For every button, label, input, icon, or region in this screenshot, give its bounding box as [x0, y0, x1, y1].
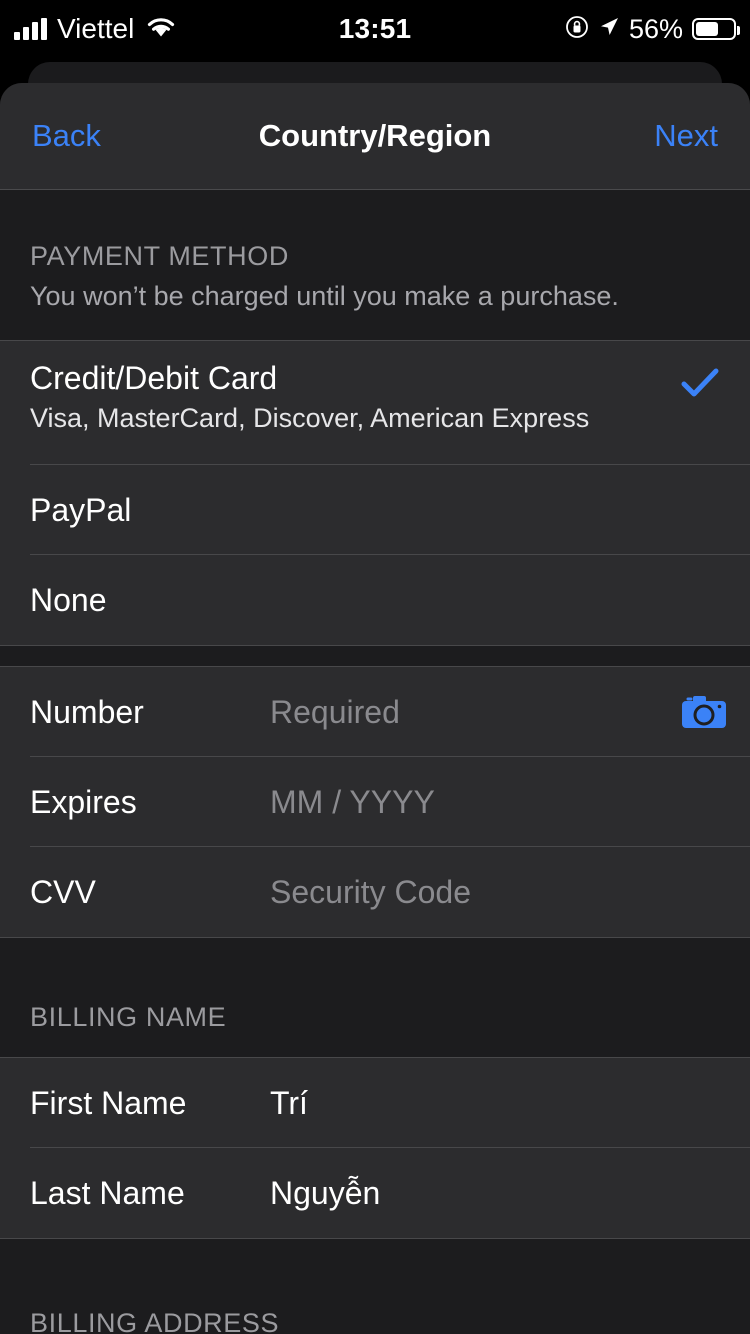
card-number-label: Number	[30, 693, 144, 730]
section-title: BILLING NAME	[30, 1002, 227, 1032]
section-subtitle: You won’t be charged until you make a pu…	[30, 281, 619, 311]
first-name-input[interactable]: Trí	[270, 1085, 308, 1122]
first-name-label: First Name	[30, 1084, 187, 1121]
battery-percent-label: 56%	[628, 13, 683, 44]
settings-list: PAYMENT METHOD You won’t be charged unti…	[0, 190, 750, 1334]
status-bar: Viettel 13:51 56%	[0, 0, 750, 58]
group-spacer	[0, 646, 750, 666]
section-title: PAYMENT METHOD	[30, 241, 289, 271]
payment-method-section-header: PAYMENT METHOD You won’t be charged unti…	[0, 190, 750, 340]
section-title: BILLING ADDRESS	[30, 1308, 280, 1334]
location-arrow-icon	[598, 16, 620, 43]
phone-screen: Viettel 13:51 56% Back Country/Region Ne…	[0, 0, 750, 1334]
modal-sheet: Back Country/Region Next PAYMENT METHOD …	[0, 83, 750, 1334]
page-title: Country/Region	[258, 118, 492, 153]
payment-option-detail: Visa, MasterCard, Discover, American Exp…	[30, 402, 590, 433]
camera-icon[interactable]	[680, 693, 728, 731]
card-cvv-row[interactable]: CVV Security Code	[0, 847, 750, 937]
card-cvv-label: CVV	[30, 873, 96, 910]
card-expiry-label: Expires	[30, 783, 137, 820]
card-expiry-input[interactable]: MM / YYYY	[270, 784, 435, 821]
last-name-label: Last Name	[30, 1174, 185, 1211]
last-name-input[interactable]: Nguyễn	[270, 1175, 380, 1212]
payment-option-paypal[interactable]: PayPal	[0, 465, 750, 555]
next-button[interactable]: Next	[654, 118, 718, 154]
back-button[interactable]: Back	[32, 118, 101, 154]
payment-option-label: PayPal	[30, 491, 132, 528]
card-number-row[interactable]: Number Required	[0, 667, 750, 757]
payment-option-label: None	[30, 581, 107, 618]
last-name-row[interactable]: Last Name Nguyễn	[0, 1148, 750, 1238]
billing-address-section-header: BILLING ADDRESS	[0, 1239, 750, 1334]
status-bar-right: 56%	[565, 13, 740, 45]
payment-method-group: Credit/Debit Card Visa, MasterCard, Disc…	[0, 340, 750, 646]
first-name-row[interactable]: First Name Trí	[0, 1058, 750, 1148]
checkmark-icon	[680, 367, 720, 404]
payment-option-label: Credit/Debit Card	[30, 360, 278, 396]
payment-option-credit-debit-card[interactable]: Credit/Debit Card Visa, MasterCard, Disc…	[0, 341, 750, 465]
payment-option-none[interactable]: None	[0, 555, 750, 645]
billing-name-group: First Name Trí Last Name Nguyễn	[0, 1057, 750, 1239]
billing-name-section-header: BILLING NAME	[0, 938, 750, 1057]
rotation-lock-icon	[565, 15, 589, 44]
card-number-input[interactable]: Required	[270, 694, 400, 731]
payment-option-text: Credit/Debit Card Visa, MasterCard, Disc…	[30, 360, 590, 434]
battery-icon	[692, 18, 740, 40]
navigation-bar: Back Country/Region Next	[0, 83, 750, 190]
card-expiry-row[interactable]: Expires MM / YYYY	[0, 757, 750, 847]
card-cvv-input[interactable]: Security Code	[270, 874, 471, 911]
card-fields-group: Number Required Expires MM / YYYY CVV Se…	[0, 666, 750, 938]
